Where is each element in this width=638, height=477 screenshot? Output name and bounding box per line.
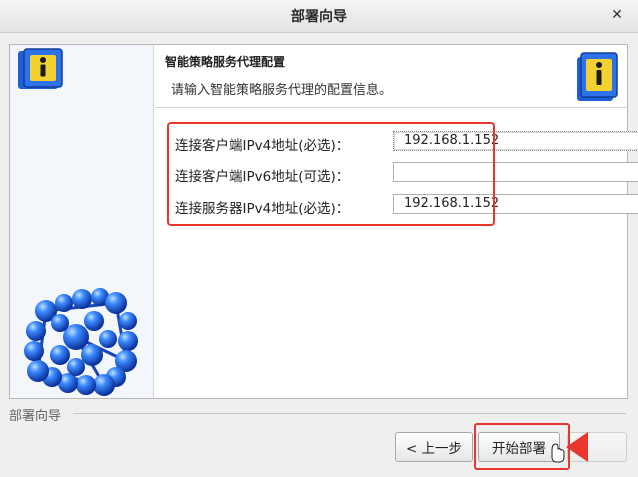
wizard-header: 智能策略服务代理配置 请输入智能策略服务代理的配置信息。 <box>155 45 627 108</box>
client-ipv4-label: 连接客户端IPv4地址(必选)： <box>175 138 350 154</box>
back-button[interactable]: < 上一步 <box>395 432 473 462</box>
server-ipv4-label: 连接服务器IPv4地址(必选)： <box>175 201 350 217</box>
form-row-client-ipv4: 连接客户端IPv4地址(必选)： <box>175 131 638 155</box>
info-book-icon <box>577 52 618 101</box>
left-side-panel <box>10 45 154 398</box>
server-ipv4-input[interactable] <box>393 194 638 214</box>
red-arrow-icon <box>566 432 588 462</box>
molecule-image <box>24 288 138 396</box>
client-ipv6-label: 连接客户端IPv6地址(可选)： <box>175 169 350 185</box>
title-bar: 部署向导 ✕ <box>0 0 638 33</box>
client-ipv6-input[interactable] <box>393 162 638 182</box>
client-ipv4-input[interactable] <box>393 131 638 151</box>
page-title: 智能策略服务代理配置 <box>165 55 286 69</box>
close-icon[interactable]: ✕ <box>608 6 626 24</box>
form-row-client-ipv6: 连接客户端IPv6地址(可选)： <box>175 162 638 186</box>
window-title: 部署向导 <box>291 9 347 25</box>
info-book-icon <box>18 48 63 89</box>
wizard-content: 智能策略服务代理配置 请输入智能策略服务代理的配置信息。 连接客户端IPv4地址… <box>155 45 638 398</box>
mouse-cursor-icon <box>551 443 565 463</box>
page-description: 请输入智能策略服务代理的配置信息。 <box>171 83 393 98</box>
footer-group-label: 部署向导 <box>9 409 62 424</box>
footer-divider <box>73 413 626 414</box>
wizard-frame: 智能策略服务代理配置 请输入智能策略服务代理的配置信息。 连接客户端IPv4地址… <box>9 44 638 399</box>
form-row-server-ipv4: 连接服务器IPv4地址(必选)： <box>175 194 638 218</box>
